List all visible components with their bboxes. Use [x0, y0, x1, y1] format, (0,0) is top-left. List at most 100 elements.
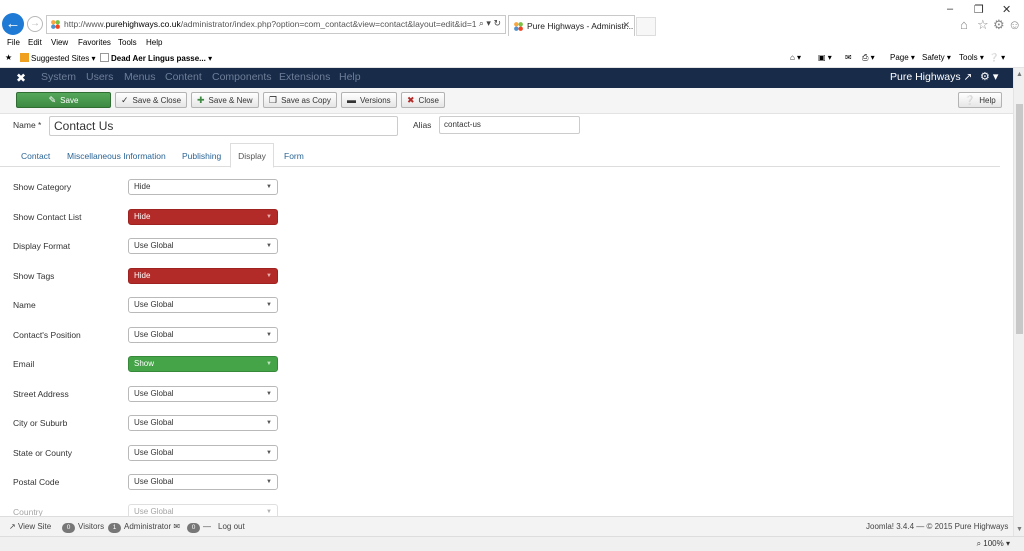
select-value: Use Global [134, 418, 174, 427]
nav-extensions[interactable]: Extensions [279, 71, 330, 83]
page-scrollbar[interactable]: ▲ ▼ [1013, 68, 1024, 536]
user-gear-icon[interactable]: ⚙ ▾ [980, 70, 998, 83]
select-state-or-county[interactable]: Use Global ▼ [128, 445, 278, 461]
favorites-star-icon[interactable]: ★ [5, 53, 12, 62]
menu-edit[interactable]: Edit [28, 38, 42, 47]
field-label-state-or-county: State or County [13, 448, 73, 458]
save-close-button[interactable]: ✓ Save & Close [115, 92, 188, 108]
save-check-icon: ✎ [48, 95, 57, 105]
chevron-down-icon: ▼ [266, 361, 272, 367]
select-email[interactable]: Show ▼ [128, 356, 278, 372]
address-url: http://www.purehighways.co.uk/administra… [64, 19, 477, 29]
minus-icon: — [203, 522, 211, 531]
browser-tab[interactable]: Pure Highways - Administr... ✕ [508, 15, 635, 36]
search-icon[interactable]: ⌕ ▾ ↻ [479, 18, 501, 29]
mail-icon[interactable]: ✉ [845, 53, 852, 62]
messages-indicator[interactable]: 0— [187, 522, 211, 533]
menu-file[interactable]: File [7, 38, 20, 47]
feeds-icon[interactable]: ▣ ▾ [818, 53, 832, 62]
back-arrow-icon[interactable]: ← [2, 13, 24, 35]
view-site-link[interactable]: ↗ View Site [9, 522, 51, 531]
magnifier-icon: ⌕ [976, 539, 982, 548]
nav-components[interactable]: Components [212, 71, 272, 83]
select-show-category[interactable]: Hide ▼ [128, 179, 278, 195]
nav-help[interactable]: Help [339, 71, 361, 83]
browser-chrome: ← → http://www.purehighways.co.uk/admini… [0, 0, 1024, 36]
select-show-tags[interactable]: Hide ▼ [128, 268, 278, 284]
zoom-level[interactable]: ⌕ 100% ▾ [977, 539, 1010, 549]
aer-lingus-link[interactable]: Dead Aer Lingus passe... ▾ [100, 53, 212, 63]
form-tabs: Contact Miscellaneous Information Publis… [0, 143, 1000, 168]
select-city-or-suburb[interactable]: Use Global ▼ [128, 415, 278, 431]
forward-arrow-icon[interactable]: → [27, 16, 43, 32]
print-icon[interactable]: ⎙ ▾ [862, 53, 875, 63]
menu-tools[interactable]: Tools [118, 38, 137, 47]
minimize-icon[interactable]: – [947, 3, 953, 15]
help-menu-icon[interactable]: ❔ ▾ [989, 53, 1005, 62]
admin-statusbar: ↗ View Site 0 Visitors 1 Administrator ✉ 0… [0, 516, 1013, 536]
select-value: Hide [134, 271, 151, 280]
select-postal-code[interactable]: Use Global ▼ [128, 474, 278, 490]
nav-content[interactable]: Content [165, 71, 202, 83]
nav-system[interactable]: System [41, 71, 76, 83]
tools-menu[interactable]: Tools ▾ [959, 53, 984, 62]
close-button[interactable]: ✖ Close [401, 92, 445, 108]
menu-favorites[interactable]: Favorites [78, 38, 111, 47]
logout-link[interactable]: Log out [218, 522, 245, 531]
save-copy-button[interactable]: ❐ Save as Copy [263, 92, 337, 108]
select-value: Use Global [134, 300, 174, 309]
save-button[interactable]: ✎ Save [16, 92, 111, 108]
field-label-name: Name [13, 300, 36, 310]
smiley-icon[interactable]: ☺ [1008, 17, 1021, 32]
select-country[interactable]: Use Global ▼ [128, 504, 278, 516]
chevron-down-icon: ▼ [266, 302, 272, 308]
restore-icon[interactable]: ❐ [974, 3, 984, 16]
alias-label: Alias [413, 120, 432, 130]
page-menu[interactable]: Page ▾ [890, 53, 915, 62]
select-contact-s-position[interactable]: Use Global ▼ [128, 327, 278, 343]
admins-badge: 1 [108, 523, 121, 533]
joomla-logo-icon[interactable]: ✖ [14, 71, 28, 85]
nav-users[interactable]: Users [86, 71, 113, 83]
scrollbar-thumb[interactable] [1016, 104, 1023, 334]
select-display-format[interactable]: Use Global ▼ [128, 238, 278, 254]
field-label-postal-code: Postal Code [13, 477, 60, 487]
tab-form[interactable]: Form [284, 151, 304, 161]
menu-view[interactable]: View [51, 38, 68, 47]
scroll-down-icon[interactable]: ▼ [1016, 526, 1023, 533]
select-street-address[interactable]: Use Global ▼ [128, 386, 278, 402]
close-tab-icon[interactable]: ✕ [622, 20, 630, 31]
field-label-street-address: Street Address [13, 389, 69, 399]
site-link[interactable]: Pure Highways ↗ [890, 71, 972, 83]
tab-publishing[interactable]: Publishing [182, 151, 221, 161]
tab-contact[interactable]: Contact [21, 151, 50, 161]
select-name[interactable]: Use Global ▼ [128, 297, 278, 313]
gear-icon[interactable]: ⚙ [993, 17, 1005, 33]
visitors-indicator: 0 Visitors [62, 522, 104, 533]
tab-misc-info[interactable]: Miscellaneous Information [67, 151, 166, 161]
admin-navbar: ✖ System Users Menus Content Components … [0, 68, 1013, 88]
field-label-city-or-suburb: City or Suburb [13, 418, 68, 428]
menu-help[interactable]: Help [146, 38, 162, 47]
home-icon[interactable]: ⌂ [960, 17, 968, 32]
name-field[interactable]: Contact Us [49, 116, 398, 136]
chevron-down-icon: ▼ [266, 243, 272, 249]
select-value: Use Global [134, 330, 174, 339]
suggested-sites-link[interactable]: Suggested Sites ▾ [20, 53, 96, 63]
safety-menu[interactable]: Safety ▾ [922, 53, 951, 62]
nav-menus[interactable]: Menus [124, 71, 156, 83]
help-button[interactable]: ❔ Help [958, 92, 1002, 108]
home-cmd-icon[interactable]: ⌂ ▾ [790, 53, 801, 62]
scroll-up-icon[interactable]: ▲ [1016, 71, 1023, 78]
chevron-down-icon: ▼ [266, 332, 272, 338]
alias-field[interactable]: contact-us [439, 116, 580, 134]
tab-display[interactable]: Display [230, 143, 274, 168]
mail-icon: ✉ [173, 522, 181, 531]
close-window-icon[interactable]: ✕ [1002, 3, 1011, 16]
new-tab-button[interactable] [636, 17, 656, 36]
select-show-contact-list[interactable]: Hide ▼ [128, 209, 278, 225]
address-bar[interactable]: http://www.purehighways.co.uk/administra… [46, 15, 506, 34]
versions-button[interactable]: ▬ Versions [341, 92, 397, 108]
star-icon[interactable]: ☆ [977, 17, 989, 33]
save-new-button[interactable]: ✚ Save & New [191, 92, 259, 108]
